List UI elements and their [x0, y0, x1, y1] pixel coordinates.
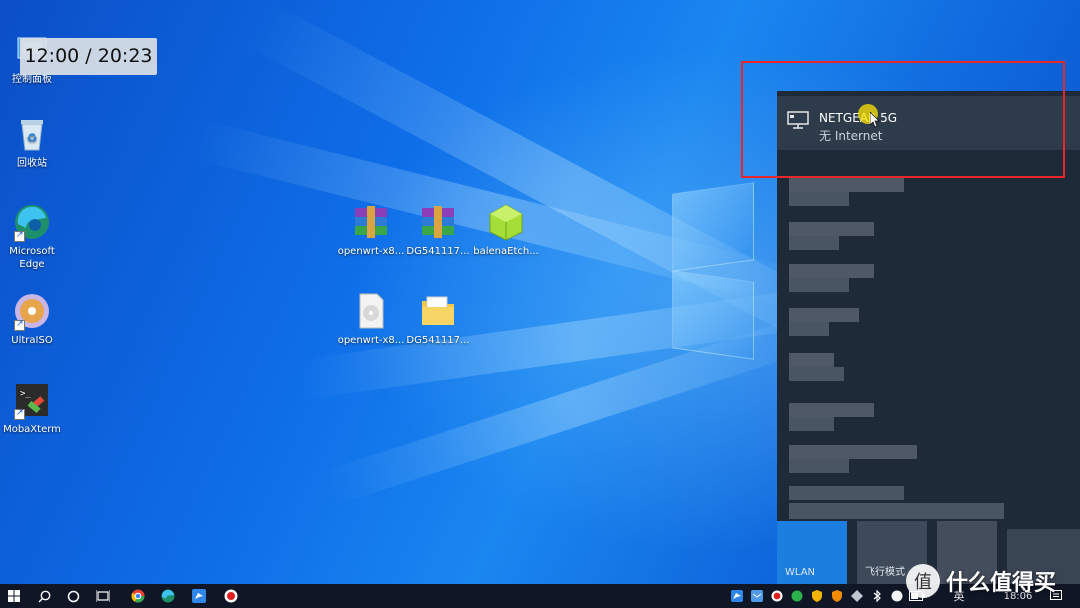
desktop-icon-label: DG541117...	[406, 335, 470, 346]
desktop-icon-dg-folder[interactable]: DG541117...	[403, 291, 473, 347]
edge-icon	[161, 589, 175, 603]
shortcut-arrow-icon	[14, 318, 25, 331]
network-item-obscured	[789, 192, 849, 206]
bird-app-icon	[192, 589, 206, 603]
cortana-icon	[67, 590, 79, 602]
shortcut-arrow-icon	[14, 229, 25, 242]
network-item-obscured	[789, 417, 834, 431]
diamond-icon	[851, 590, 863, 602]
winrar-archive-icon	[418, 202, 458, 242]
network-item-obscured[interactable]	[789, 222, 874, 236]
network-item-obscured[interactable]	[789, 445, 917, 459]
recycle-bin-icon: ♻	[12, 114, 52, 154]
network-item-obscured[interactable]	[789, 403, 874, 417]
mouse-cursor-icon	[869, 111, 880, 132]
desktop-icon-label: MobaXterm	[3, 424, 61, 435]
desktop-icon-ultraiso[interactable]: UltraISO	[0, 291, 67, 347]
record-icon	[771, 590, 783, 602]
chat-icon	[891, 590, 903, 602]
desktop-icon-balena[interactable]: balenaEtch...	[471, 202, 541, 258]
taskbar-app-chrome[interactable]	[125, 584, 151, 608]
folder-icon	[418, 291, 458, 331]
network-item-obscured	[789, 278, 849, 292]
desktop-icon-recycle-bin[interactable]: ♻ 回收站	[0, 114, 67, 170]
taskbar-app-edge[interactable]	[155, 584, 181, 608]
quick-action-label: 飞行模式	[865, 567, 905, 578]
desktop-icon-edge[interactable]: Microsoft Edge	[0, 202, 67, 271]
network-item-obscured[interactable]	[789, 308, 859, 322]
network-item-obscured[interactable]	[789, 264, 874, 278]
taskbar-app-feishu[interactable]	[186, 584, 212, 608]
search-icon	[38, 590, 50, 602]
svg-text:>_: >_	[20, 389, 31, 399]
network-item-obscured[interactable]	[789, 353, 834, 367]
mail-icon	[751, 590, 763, 602]
desktop-icon-label: UltraISO	[11, 335, 53, 346]
tray-app-defender[interactable]	[828, 584, 846, 608]
green-circle-icon	[791, 590, 803, 602]
annotation-highlight-box	[741, 61, 1065, 178]
shield-icon	[832, 590, 842, 602]
desktop-icon-mobaxterm[interactable]: >_ MobaXterm	[0, 380, 67, 436]
shield-icon	[812, 590, 822, 602]
tray-app-security[interactable]	[808, 584, 826, 608]
video-timer-overlay: 12:00 / 20:23	[20, 38, 157, 75]
desktop-icon-label: openwrt-x8...	[337, 246, 405, 257]
bird-app-icon	[731, 590, 743, 602]
tray-app-mail[interactable]	[748, 584, 766, 608]
watermark-text: 什么值得买	[946, 571, 1057, 596]
taskbar-app-recorder[interactable]	[218, 584, 244, 608]
wallpaper-logo-pane	[672, 182, 754, 272]
quick-action-wlan[interactable]: WLAN	[777, 521, 847, 584]
network-item-obscured	[789, 322, 829, 336]
network-item-obscured	[789, 367, 844, 381]
shortcut-arrow-icon	[14, 407, 25, 420]
task-view-button[interactable]	[90, 584, 116, 608]
tray-bluetooth[interactable]	[868, 584, 886, 608]
desktop-icon-label: 回收站	[17, 158, 47, 169]
disc-image-file-icon	[351, 291, 391, 331]
desktop-icon-label: Microsoft Edge	[9, 246, 55, 270]
winrar-archive-icon	[351, 202, 391, 242]
network-item-obscured	[789, 236, 839, 250]
cube-icon	[486, 202, 526, 242]
windows-logo-icon	[8, 590, 20, 602]
tray-app-360[interactable]	[788, 584, 806, 608]
wallpaper-logo-pane	[672, 270, 754, 360]
cortana-button[interactable]	[60, 584, 86, 608]
chrome-icon	[131, 589, 145, 603]
network-item-obscured	[789, 503, 1004, 519]
bluetooth-icon	[873, 590, 881, 602]
svg-text:♻: ♻	[27, 131, 38, 145]
tray-app-recorder[interactable]	[768, 584, 786, 608]
disc-icon	[12, 291, 52, 331]
desktop-icon-label: openwrt-x8...	[337, 335, 405, 346]
edge-icon	[12, 202, 52, 242]
network-item-obscured[interactable]	[789, 178, 904, 192]
network-item-obscured	[789, 459, 849, 473]
task-view-icon	[96, 590, 110, 602]
desktop-icon-dg-archive[interactable]: DG541117...	[403, 202, 473, 258]
desktop-icon-label: DG541117...	[406, 246, 470, 257]
watermark: 值 什么值得买	[906, 561, 1056, 601]
tray-app-diamond[interactable]	[848, 584, 866, 608]
tray-app-weixin[interactable]	[888, 584, 906, 608]
record-icon	[224, 589, 238, 603]
start-button[interactable]	[0, 584, 28, 608]
search-button[interactable]	[31, 584, 57, 608]
network-item-obscured	[789, 486, 904, 500]
terminal-icon: >_	[12, 380, 52, 420]
quick-action-label: WLAN	[785, 567, 816, 578]
desktop-icon-label: balenaEtch...	[473, 246, 539, 257]
tray-app-feishu[interactable]	[728, 584, 746, 608]
watermark-logo-icon: 值	[906, 564, 940, 598]
desktop-icon-openwrt-archive[interactable]: openwrt-x8...	[336, 202, 406, 258]
desktop-icon-openwrt-image[interactable]: openwrt-x8...	[336, 291, 406, 347]
